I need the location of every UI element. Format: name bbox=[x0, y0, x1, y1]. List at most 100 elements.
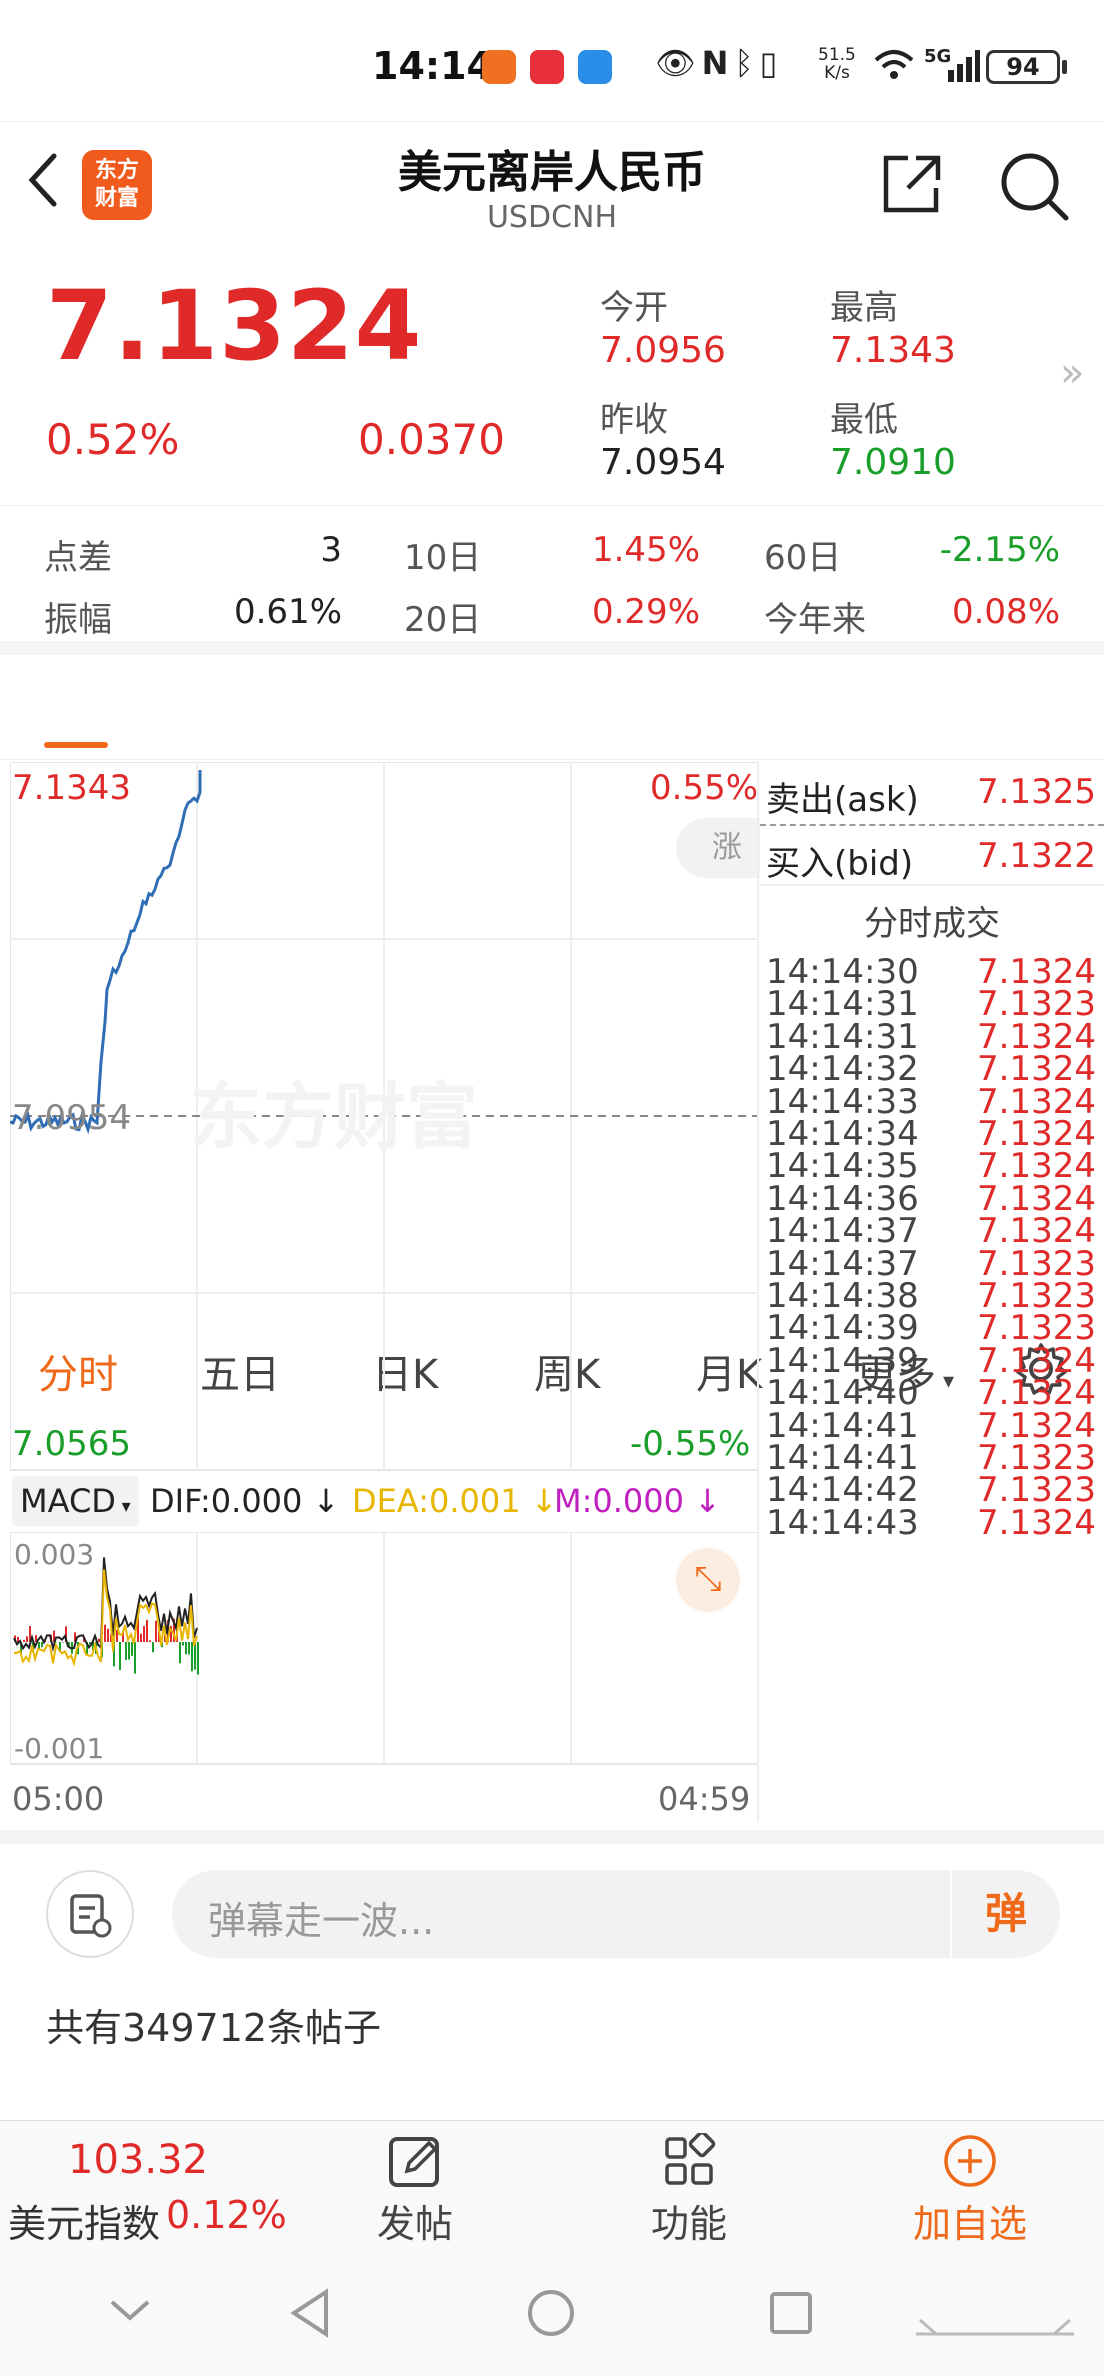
active-tab-underline bbox=[44, 742, 108, 748]
prev-close-value: 7.0954 bbox=[600, 442, 726, 483]
chart-bottom-price: 7.0565 bbox=[12, 1424, 131, 1464]
amplitude-label: 振幅 bbox=[44, 600, 112, 640]
macd-bar bbox=[134, 1642, 136, 1674]
low-label: 最低 bbox=[830, 400, 898, 440]
chart-bottom-pct: -0.55% bbox=[630, 1424, 751, 1464]
ask-bid-divider bbox=[760, 824, 1104, 826]
macd-chart[interactable] bbox=[10, 1532, 758, 1766]
chart-top-pct: 0.55% bbox=[650, 768, 759, 808]
system-nav-bar bbox=[0, 2258, 1104, 2376]
danmu-input[interactable]: 弹幕走一波... bbox=[172, 1870, 1060, 1958]
prev-close-label: 昨收 bbox=[600, 400, 668, 440]
chart-tabs: 分时 五日 日K 周K 月K 更多 ▾ bbox=[0, 660, 1104, 1398]
macd-bar bbox=[188, 1642, 190, 1655]
macd-selector[interactable]: MACD ▾ bbox=[12, 1476, 139, 1526]
macd-header: MACD ▾ DIF:0.000 ↓ DEA:0.001 ↓ M:0.000 ↓ bbox=[10, 1476, 758, 1530]
macd-dif: DIF:0.000 ↓ bbox=[150, 1482, 340, 1520]
d10-value: 1.45% bbox=[591, 530, 700, 570]
eye-icon: 👁 bbox=[655, 44, 702, 82]
watermark: 东方财富 bbox=[190, 1075, 478, 1159]
macd-dea: DEA:0.001 ↓ bbox=[352, 1482, 558, 1520]
vibrate-icon: ▯ bbox=[759, 44, 784, 82]
add-circle-icon bbox=[944, 2135, 996, 2187]
change-value: 0.0370 bbox=[358, 415, 505, 464]
macd-bar bbox=[104, 1624, 106, 1642]
ytd-value: 0.08% bbox=[951, 592, 1060, 632]
high-value: 7.1343 bbox=[830, 330, 956, 371]
status-icons: 👁Nᛒ▯ bbox=[655, 44, 783, 82]
danmu-bar: 弹幕走一波... 弹 bbox=[0, 1830, 1104, 1970]
time-end: 04:59 bbox=[658, 1780, 751, 1818]
d20-value: 0.29% bbox=[591, 592, 700, 632]
collapse-icon[interactable] bbox=[108, 2296, 152, 2326]
panel-divider bbox=[757, 762, 759, 1822]
amplitude-value: 0.61% bbox=[233, 592, 342, 632]
add-watchlist-button[interactable]: 加自选 bbox=[900, 2133, 1040, 2248]
macd-bar bbox=[191, 1642, 193, 1672]
trade-price: 7.1324 bbox=[977, 1502, 1096, 1543]
wifi-icon bbox=[874, 50, 914, 79]
battery-indicator: 94 bbox=[986, 50, 1060, 84]
chart-mid-price: 7.0954 bbox=[12, 1098, 131, 1138]
macd-bar bbox=[182, 1642, 184, 1646]
net-speed: 51.5 K/s bbox=[818, 45, 856, 83]
d60-label: 60日 bbox=[764, 538, 842, 578]
bluetooth-icon: ᛒ bbox=[734, 44, 760, 82]
open-value: 7.0956 bbox=[600, 330, 726, 371]
macd-bar bbox=[62, 1642, 64, 1643]
ytd-label: 今年来 bbox=[764, 600, 866, 640]
trade-panel: 卖出(ask) 7.1325 买入(bid) 7.1322 分时成交 14:14… bbox=[760, 762, 1104, 1822]
d20-label: 20日 bbox=[404, 600, 482, 640]
macd-bar bbox=[98, 1638, 100, 1642]
danmu-settings-button[interactable] bbox=[46, 1870, 134, 1958]
usd-index-pct: 0.12% bbox=[166, 2193, 287, 2237]
macd-bar bbox=[41, 1642, 43, 1648]
macd-bar bbox=[128, 1642, 130, 1660]
d10-label: 10日 bbox=[404, 538, 482, 578]
search-icon[interactable] bbox=[998, 150, 1070, 222]
macd-bar bbox=[131, 1642, 133, 1656]
macd-bar bbox=[23, 1639, 25, 1642]
macd-bar bbox=[152, 1642, 154, 1653]
macd-top-label: 0.003 bbox=[14, 1538, 95, 1571]
share-icon[interactable] bbox=[880, 152, 942, 216]
time-start: 05:00 bbox=[12, 1780, 105, 1818]
nav-recents-icon[interactable] bbox=[768, 2290, 814, 2336]
battery-cap bbox=[1062, 60, 1067, 74]
macd-bar bbox=[146, 1619, 148, 1642]
macd-bar bbox=[197, 1642, 199, 1675]
function-button[interactable]: 功能 bbox=[644, 2130, 734, 2248]
open-label: 今开 bbox=[600, 288, 668, 328]
stats-panel: 点差 3 10日 1.45% 60日 -2.15% 振幅 0.61% 20日 0… bbox=[0, 505, 1104, 655]
trades-title: 分时成交 bbox=[864, 904, 1000, 944]
macd-bar bbox=[119, 1642, 121, 1671]
macd-bar bbox=[194, 1642, 196, 1670]
app-notification-icon bbox=[482, 50, 516, 84]
macd-bar bbox=[125, 1642, 127, 1660]
fullscreen-icon[interactable]: ⤡ bbox=[676, 1548, 740, 1612]
trade-time: 14:14:43 bbox=[766, 1502, 919, 1543]
danmu-send-button[interactable]: 弹 bbox=[950, 1870, 1060, 1958]
nfc-icon: N bbox=[701, 44, 735, 82]
macd-bar bbox=[26, 1636, 28, 1642]
macd-bar bbox=[140, 1633, 142, 1642]
expand-quote-icon[interactable]: » bbox=[1060, 350, 1084, 396]
side-tag[interactable]: 涨 bbox=[676, 818, 760, 878]
change-percent: 0.52% bbox=[46, 415, 180, 464]
macd-m: M:0.000 ↓ bbox=[554, 1482, 721, 1520]
chart-top-price: 7.1343 bbox=[12, 768, 131, 808]
status-time: 14:14 bbox=[372, 44, 493, 88]
grid-icon bbox=[665, 2130, 716, 2185]
spread-value: 3 bbox=[320, 530, 342, 570]
huawei-notification-icon bbox=[530, 50, 564, 84]
post-button[interactable]: 发帖 bbox=[370, 2133, 460, 2248]
danmu-list-icon bbox=[70, 1894, 112, 1938]
current-price: 7.1324 bbox=[46, 270, 423, 382]
nav-home-icon[interactable] bbox=[526, 2288, 576, 2338]
spread-label: 点差 bbox=[44, 538, 112, 578]
macd-bar bbox=[155, 1620, 157, 1642]
keyboard-toggle-icon[interactable] bbox=[910, 2290, 1080, 2340]
high-label: 最高 bbox=[830, 288, 898, 328]
macd-bar bbox=[179, 1642, 181, 1664]
nav-back-icon[interactable] bbox=[288, 2288, 332, 2338]
